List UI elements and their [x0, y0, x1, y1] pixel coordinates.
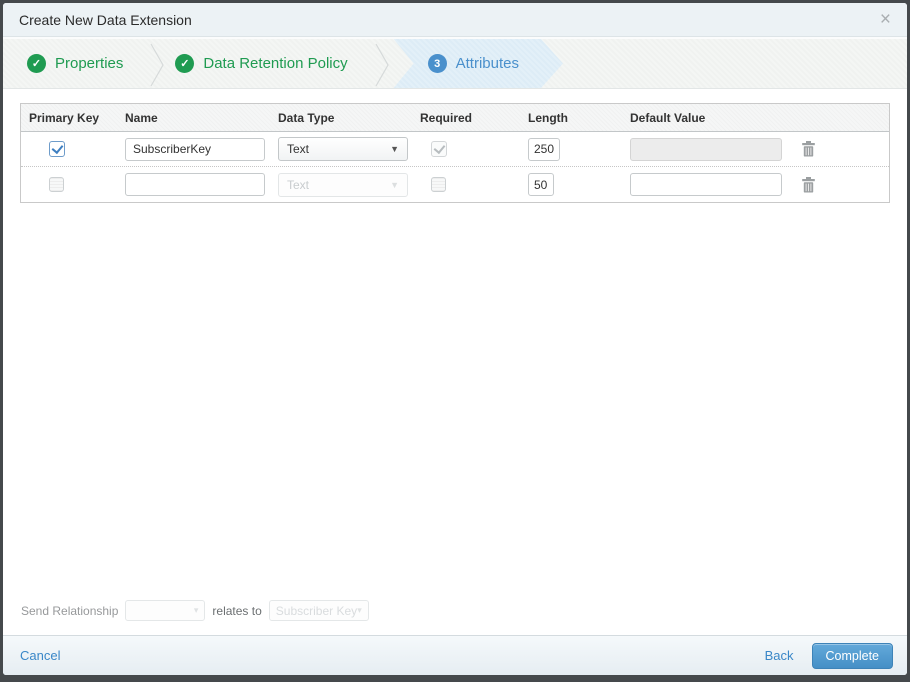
- check-circle-icon: ✓: [27, 54, 46, 73]
- cancel-link[interactable]: Cancel: [20, 648, 60, 663]
- name-input[interactable]: [125, 137, 265, 161]
- chevron-down-icon: ▼: [390, 144, 399, 154]
- table-row: Text ▼: [21, 132, 889, 167]
- column-header-data-type: Data Type: [278, 110, 335, 125]
- length-input[interactable]: [528, 173, 554, 196]
- name-input[interactable]: [125, 173, 265, 196]
- step-label: Attributes: [455, 55, 519, 72]
- step-number-badge: 3: [428, 54, 447, 73]
- primary-key-checkbox[interactable]: [49, 141, 65, 157]
- modal-footer: Cancel Back Complete: [3, 635, 907, 675]
- check-circle-icon: ✓: [175, 54, 195, 73]
- step-data-retention-policy[interactable]: ✓ Data Retention Policy: [167, 39, 373, 88]
- chevron-down-icon: ▾: [357, 605, 362, 615]
- subscriber-key-value: Subscriber Key: [275, 603, 358, 618]
- chevron-down-icon: ▼: [390, 179, 399, 190]
- modal-title-bar: Create New Data Extension ×: [3, 3, 907, 37]
- step-label: Properties: [55, 55, 124, 72]
- step-separator-chevron: [150, 43, 165, 87]
- column-header-required: Required: [420, 110, 473, 125]
- complete-button[interactable]: Complete: [811, 642, 893, 669]
- create-data-extension-modal: Create New Data Extension × ✓ Properties…: [3, 3, 907, 675]
- close-icon[interactable]: ×: [880, 10, 891, 29]
- step-separator-chevron: [375, 43, 389, 87]
- step-attributes[interactable]: 3 Attributes: [394, 39, 563, 88]
- length-input[interactable]: [528, 137, 560, 161]
- step-properties[interactable]: ✓ Properties: [19, 39, 149, 88]
- wizard-steps-bar: ✓ Properties ✓ Data Retention Policy 3 A…: [3, 37, 907, 89]
- table-header-row: Primary Key Name Data Type Required Leng…: [21, 104, 889, 132]
- relates-to-label: relates to: [212, 603, 262, 618]
- table-row: Text ▼: [21, 167, 889, 202]
- required-checkbox[interactable]: [431, 177, 446, 192]
- data-type-select[interactable]: Text ▼: [278, 137, 408, 161]
- column-header-length: Length: [528, 110, 568, 125]
- back-link[interactable]: Back: [765, 648, 794, 663]
- default-value-input[interactable]: [630, 173, 782, 196]
- send-relationship-label: Send Relationship: [21, 603, 119, 618]
- send-relationship-field-select-disabled: ▾: [125, 600, 206, 621]
- subscriber-key-select-disabled: Subscriber Key ▾: [268, 600, 369, 621]
- default-value-input-disabled: [630, 137, 782, 161]
- column-header-primary-key: Primary Key: [29, 110, 100, 125]
- column-header-default-value: Default Value: [630, 110, 706, 125]
- required-checkbox-disabled: [431, 141, 447, 157]
- data-type-value: Text: [287, 142, 310, 156]
- chevron-down-icon: ▾: [193, 605, 199, 615]
- attributes-table: Primary Key Name Data Type Required Leng…: [20, 103, 890, 203]
- send-relationship-row: Send Relationship ▾ relates to Subscribe…: [3, 600, 907, 635]
- delete-row-trash-icon[interactable]: [801, 176, 816, 193]
- primary-key-checkbox[interactable]: [49, 177, 64, 192]
- modal-content: Primary Key Name Data Type Required Leng…: [3, 89, 907, 635]
- modal-title: Create New Data Extension: [19, 11, 192, 28]
- data-type-value: Text: [287, 177, 310, 192]
- delete-row-trash-icon[interactable]: [801, 141, 816, 157]
- column-header-name: Name: [125, 110, 158, 125]
- step-label: Data Retention Policy: [203, 55, 348, 72]
- data-type-select-disabled: Text ▼: [278, 172, 408, 197]
